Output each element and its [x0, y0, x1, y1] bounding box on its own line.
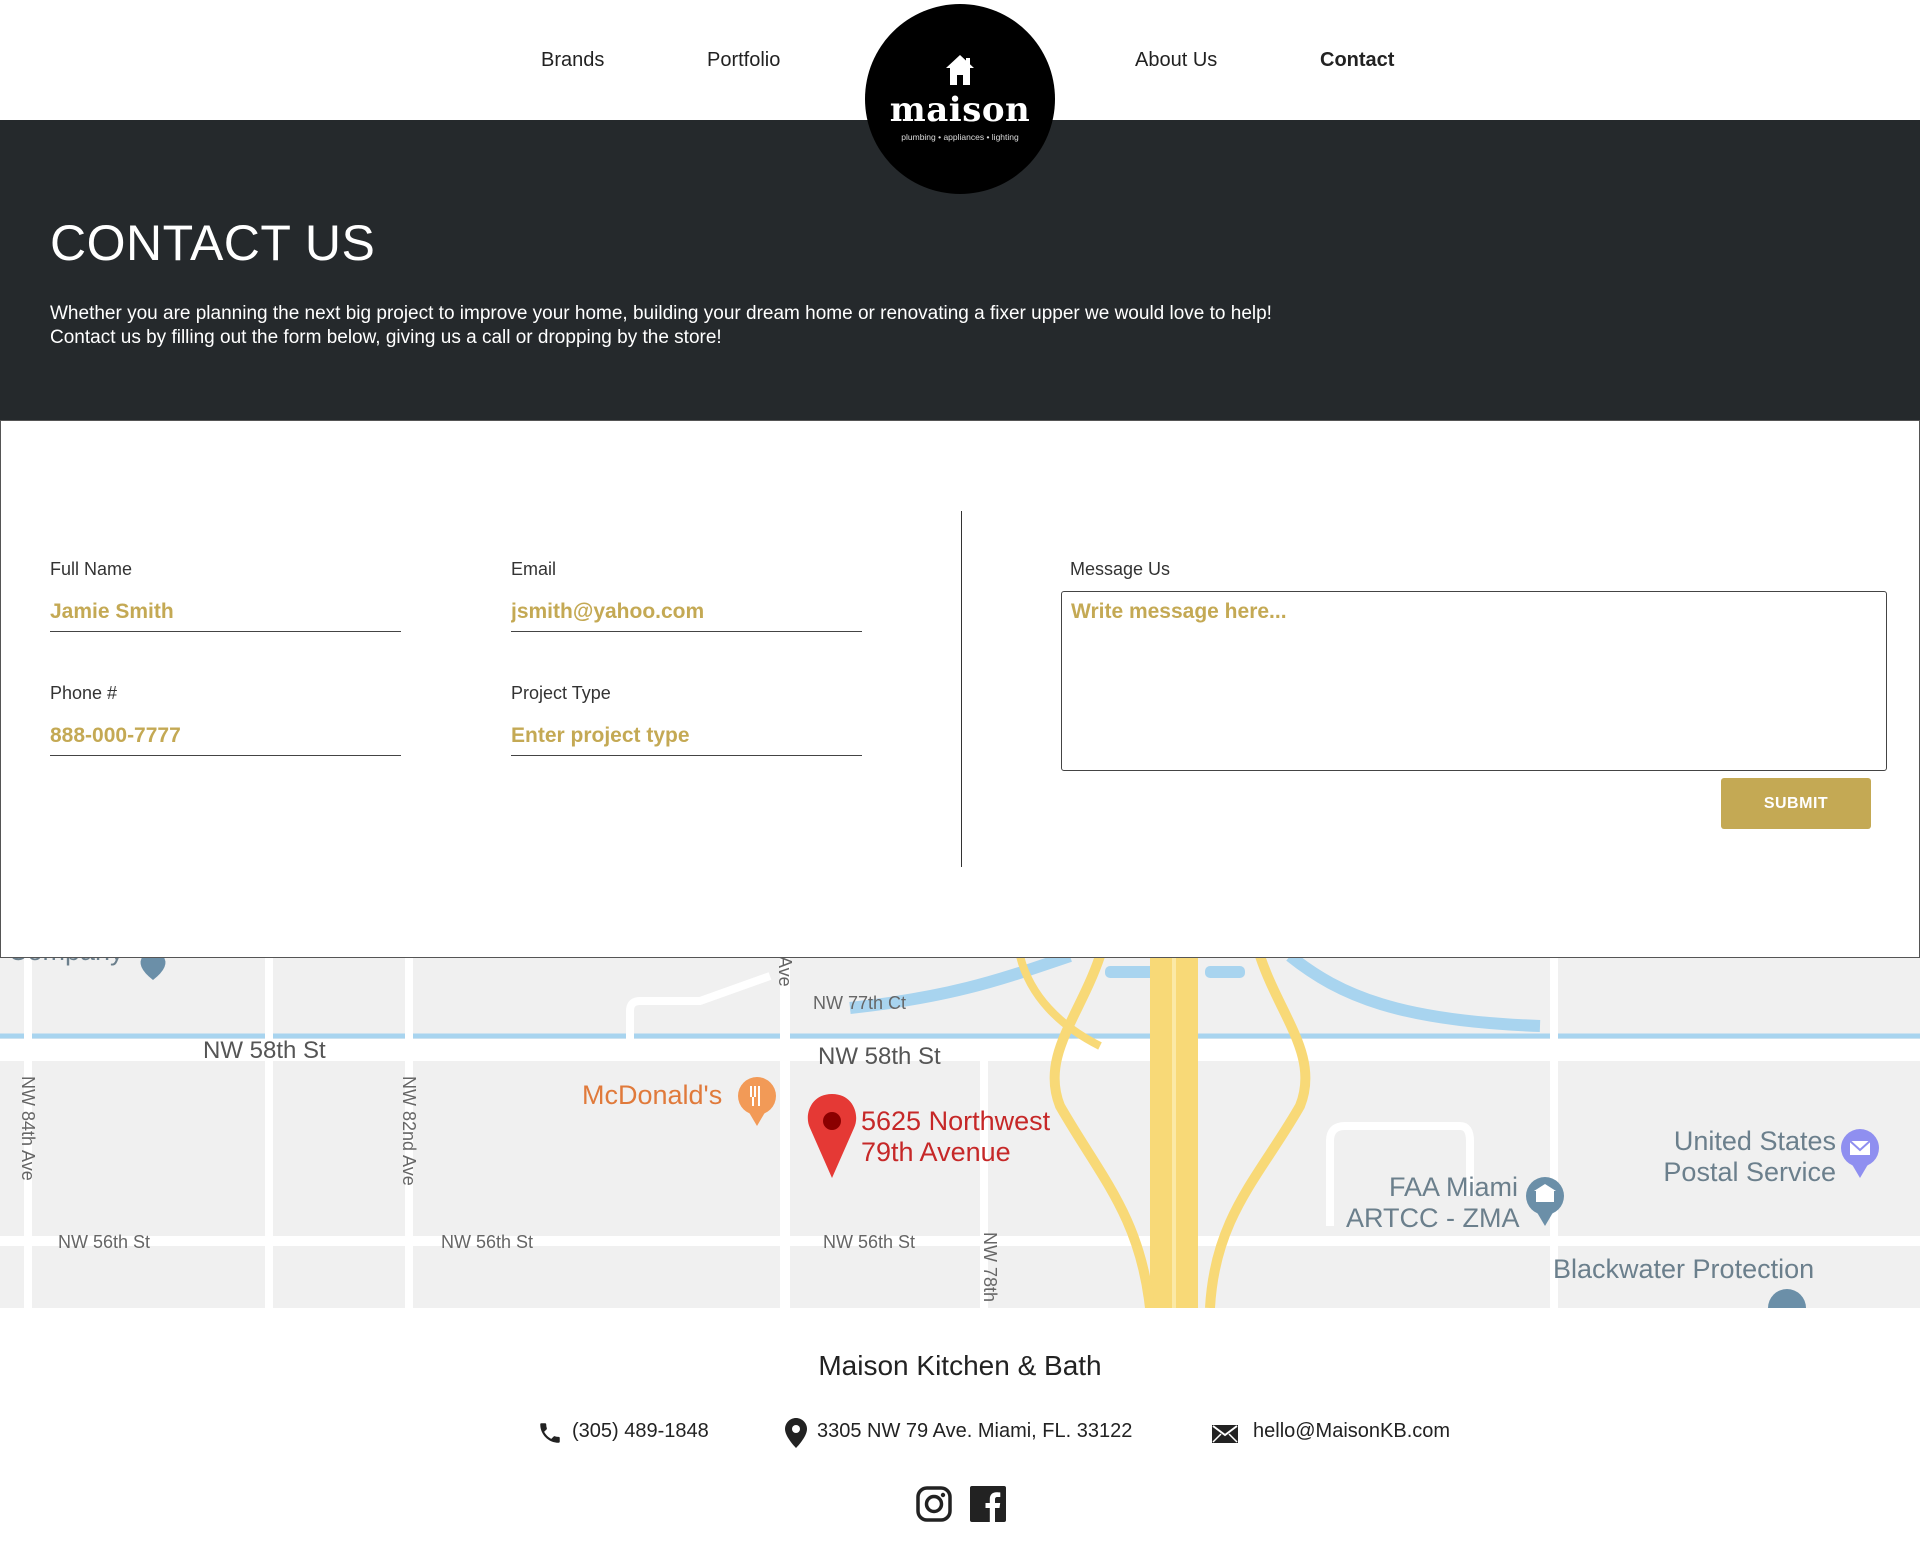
nav-portfolio[interactable]: Portfolio — [707, 49, 780, 72]
footer-email[interactable]: hello@MaisonKB.com — [1253, 1420, 1450, 1443]
phone-icon — [540, 1423, 560, 1443]
phone-input[interactable] — [50, 717, 401, 756]
nav-about-us[interactable]: About Us — [1135, 49, 1217, 72]
page-title: CONTACT US — [50, 215, 376, 271]
project-type-label: Project Type — [511, 683, 611, 703]
pin-address-line-2: 79th Avenue — [861, 1137, 1011, 1167]
map-street-nw58-right: NW 58th St — [818, 1043, 941, 1070]
logo-tagline: plumbing • appliances • lighting — [901, 132, 1019, 142]
form-divider — [961, 511, 962, 867]
map-poi-blackwater[interactable]: Blackwater Protection — [1553, 1254, 1814, 1285]
map-street-ave: Ave — [775, 956, 795, 987]
map-street-nw84: NW 84th Ave — [18, 1076, 38, 1181]
site-footer: Maison Kitchen & Bath (305) 489-1848 330… — [0, 1308, 1920, 1565]
submit-button[interactable]: SUBMIT — [1721, 778, 1871, 829]
usps-line-1: United States — [1673, 1126, 1836, 1156]
map-poi-usps[interactable]: United States Postal Service — [1620, 1126, 1836, 1188]
map-street-nw56-b: NW 56th St — [441, 1232, 534, 1252]
maison-logo[interactable]: maison plumbing • appliances • lighting — [865, 4, 1055, 194]
location-pin-icon — [785, 1418, 807, 1448]
instagram-icon[interactable] — [916, 1486, 952, 1522]
message-label: Message Us — [1070, 559, 1171, 579]
map-street-nw56-c: NW 56th St — [823, 1232, 916, 1252]
footer-title: Maison Kitchen & Bath — [818, 1350, 1102, 1381]
email-input[interactable] — [511, 593, 862, 632]
mail-icon — [1212, 1425, 1238, 1443]
footer-phone[interactable]: (305) 489-1848 — [572, 1420, 709, 1443]
map-poi-faa[interactable]: FAA Miami ARTCC - ZMA — [1346, 1172, 1520, 1234]
map-street-nw56-a: NW 56th St — [58, 1232, 151, 1252]
phone-label: Phone # — [50, 683, 118, 703]
facebook-icon[interactable] — [970, 1486, 1006, 1522]
location-map[interactable]: Company NW 58th St NW 58th St NW 77th Ct… — [0, 956, 1920, 1308]
hero-intro: Whether you are planning the next big pr… — [50, 302, 1550, 350]
house-icon — [946, 55, 974, 85]
intro-line-1: Whether you are planning the next big pr… — [50, 303, 1272, 324]
project-type-input[interactable] — [511, 717, 862, 756]
map-street-nw82: NW 82nd Ave — [399, 1076, 419, 1186]
message-textarea[interactable] — [1061, 591, 1887, 771]
map-pin-address[interactable]: 5625 Northwest 79th Avenue — [861, 1106, 1050, 1168]
map-poi-mcdonalds[interactable]: McDonald's — [582, 1080, 722, 1111]
intro-line-2: Contact us by filling out the form below… — [50, 327, 722, 348]
full-name-label: Full Name — [50, 559, 133, 579]
map-street-nw78: NW 78th — [980, 1232, 1000, 1303]
email-label: Email — [511, 559, 557, 579]
footer-address: 3305 NW 79 Ave. Miami, FL. 33122 — [817, 1420, 1133, 1442]
full-name-input[interactable] — [50, 593, 401, 632]
contact-form: Full Name Email Phone # Project Type Mes… — [0, 420, 1920, 958]
map-street-nw58-left: NW 58th St — [203, 1037, 326, 1064]
faa-line-1: FAA Miami — [1388, 1172, 1518, 1202]
nav-brands[interactable]: Brands — [541, 49, 604, 72]
nav-contact[interactable]: Contact — [1320, 49, 1394, 72]
faa-line-2: ARTCC - ZMA — [1346, 1203, 1520, 1233]
pin-address-line-1: 5625 Northwest — [861, 1106, 1051, 1136]
logo-wordmark: maison — [889, 90, 1031, 130]
usps-line-2: Postal Service — [1663, 1157, 1836, 1187]
map-street-nw77ct: NW 77th Ct — [813, 993, 907, 1013]
